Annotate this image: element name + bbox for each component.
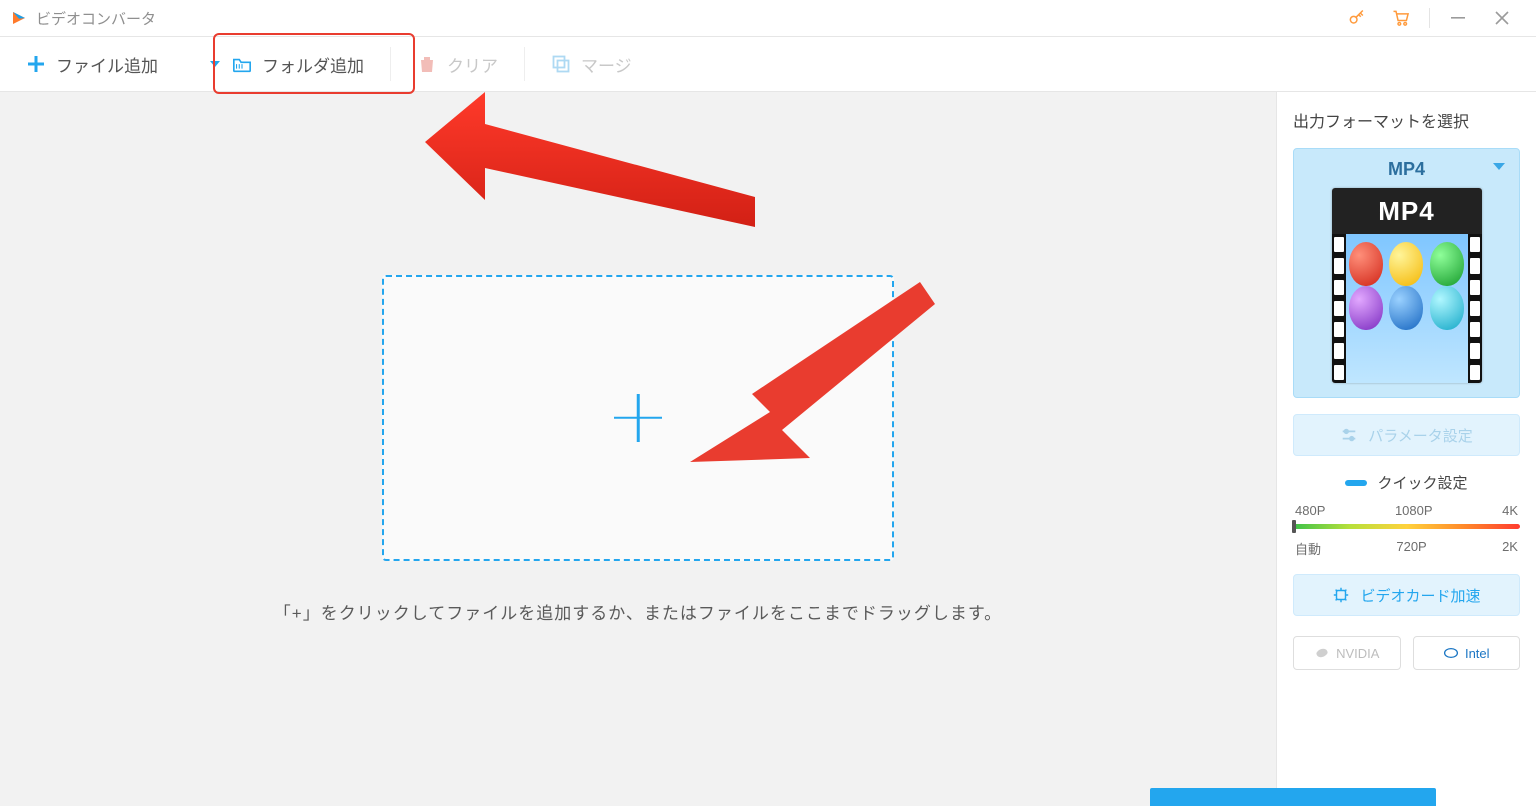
clear-label: クリア xyxy=(447,52,498,77)
sliders-icon xyxy=(1340,426,1358,444)
gpu-intel[interactable]: Intel xyxy=(1413,636,1521,670)
cart-icon[interactable] xyxy=(1379,0,1423,36)
chevron-down-icon xyxy=(1493,163,1505,170)
slider-knob[interactable] xyxy=(1292,520,1296,533)
dropzone[interactable] xyxy=(382,275,894,561)
workspace: 「+」をクリックしてファイルを追加するか、またはファイルをここまでドラッグします… xyxy=(0,92,1276,806)
gpu-row: NVIDIA Intel xyxy=(1293,636,1520,670)
add-plus-icon xyxy=(614,394,662,442)
folder-icon xyxy=(232,54,252,74)
chevron-down-icon xyxy=(210,61,220,67)
preset-labels-top: 480P 1080P 4K xyxy=(1293,503,1520,518)
merge-button[interactable]: マージ xyxy=(525,37,658,91)
preset-label: 2K xyxy=(1502,539,1518,558)
format-thumbnail: MP4 xyxy=(1332,188,1482,383)
intel-icon xyxy=(1443,645,1459,661)
quick-settings-label: クイック設定 xyxy=(1377,472,1467,493)
quick-settings: クイック設定 480P 1080P 4K 自動 720P 2K xyxy=(1293,472,1520,558)
preset-label: 720P xyxy=(1396,539,1426,558)
toolbar: ファイル追加 フォルダ追加 クリア マージ xyxy=(0,36,1536,92)
format-selector[interactable]: MP4 MP4 xyxy=(1293,148,1520,398)
annotation-arrow-icon xyxy=(405,82,765,302)
minimize-icon[interactable] xyxy=(1436,0,1480,36)
sidepanel: 出力フォーマットを選択 MP4 MP4 パラメータ設定 xyxy=(1276,92,1536,806)
param-settings-label: パラメータ設定 xyxy=(1368,425,1473,446)
preset-label: 480P xyxy=(1295,503,1325,518)
bottom-action-bar[interactable] xyxy=(1150,788,1436,806)
app-title: ビデオコンバータ xyxy=(36,8,156,29)
parameter-settings-button[interactable]: パラメータ設定 xyxy=(1293,414,1520,456)
add-folder-button[interactable]: フォルダ追加 xyxy=(184,37,390,91)
add-folder-label: フォルダ追加 xyxy=(262,52,364,77)
output-format-title: 出力フォーマットを選択 xyxy=(1293,108,1520,132)
key-icon[interactable] xyxy=(1335,0,1379,36)
thumb-badge: MP4 xyxy=(1332,188,1482,234)
app-logo-icon xyxy=(10,9,28,27)
quality-slider[interactable] xyxy=(1293,524,1520,529)
gpu-intel-label: Intel xyxy=(1465,646,1490,661)
add-file-label: ファイル追加 xyxy=(56,52,158,77)
clear-button[interactable]: クリア xyxy=(391,37,524,91)
close-icon[interactable] xyxy=(1480,0,1524,36)
gpu-accel-button[interactable]: ビデオカード加速 xyxy=(1293,574,1520,616)
dropzone-hint: 「+」をクリックしてファイルを追加するか、またはファイルをここまでドラッグします… xyxy=(274,599,1002,624)
merge-label: マージ xyxy=(581,52,632,77)
add-file-button[interactable]: ファイル追加 xyxy=(0,37,184,91)
chip-icon xyxy=(1332,586,1350,604)
preset-labels-bottom: 自動 720P 2K xyxy=(1293,539,1520,558)
format-label: MP4 xyxy=(1388,159,1425,180)
nvidia-icon xyxy=(1314,645,1330,661)
preset-label: 1080P xyxy=(1395,503,1433,518)
titlebar-divider xyxy=(1429,8,1430,28)
merge-icon xyxy=(551,54,571,74)
preset-label: 自動 xyxy=(1295,539,1321,558)
main-area: 「+」をクリックしてファイルを追加するか、またはファイルをここまでドラッグします… xyxy=(0,92,1536,806)
plus-icon xyxy=(26,54,46,74)
preset-label: 4K xyxy=(1502,503,1518,518)
trash-icon xyxy=(417,54,437,74)
quick-icon xyxy=(1345,480,1367,486)
gpu-accel-label: ビデオカード加速 xyxy=(1360,585,1480,606)
titlebar: ビデオコンバータ xyxy=(0,0,1536,36)
gpu-nvidia[interactable]: NVIDIA xyxy=(1293,636,1401,670)
gpu-nvidia-label: NVIDIA xyxy=(1336,646,1379,661)
